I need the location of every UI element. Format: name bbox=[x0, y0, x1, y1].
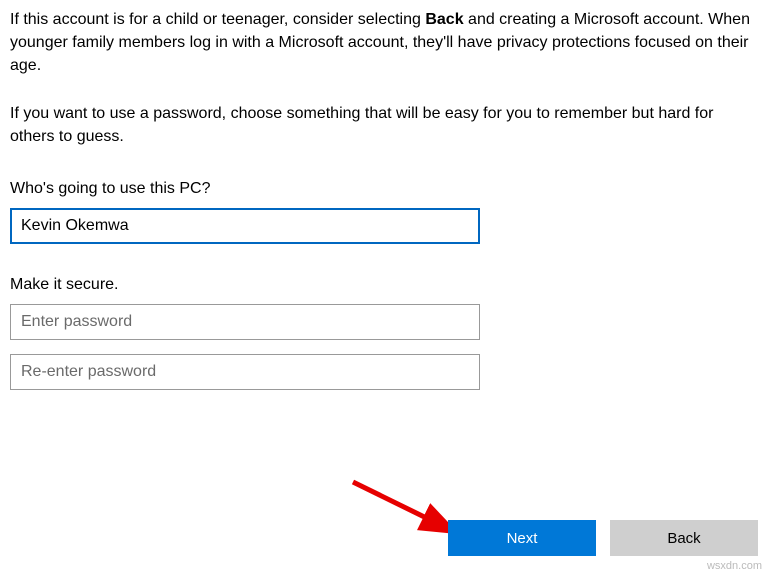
dialog-buttons: Next Back bbox=[448, 520, 758, 556]
intro-text: If this account is for a child or teenag… bbox=[10, 8, 758, 148]
username-label: Who's going to use this PC? bbox=[10, 180, 758, 198]
password-section-label: Make it secure. bbox=[10, 276, 758, 294]
username-input[interactable] bbox=[10, 208, 480, 244]
back-button[interactable]: Back bbox=[610, 520, 758, 556]
next-button[interactable]: Next bbox=[448, 520, 596, 556]
intro-paragraph-2: If you want to use a password, choose so… bbox=[10, 102, 758, 148]
confirm-password-input[interactable] bbox=[10, 354, 480, 390]
watermark-text: wsxdn.com bbox=[707, 560, 762, 572]
password-input[interactable] bbox=[10, 304, 480, 340]
intro-paragraph-1: If this account is for a child or teenag… bbox=[10, 8, 758, 78]
